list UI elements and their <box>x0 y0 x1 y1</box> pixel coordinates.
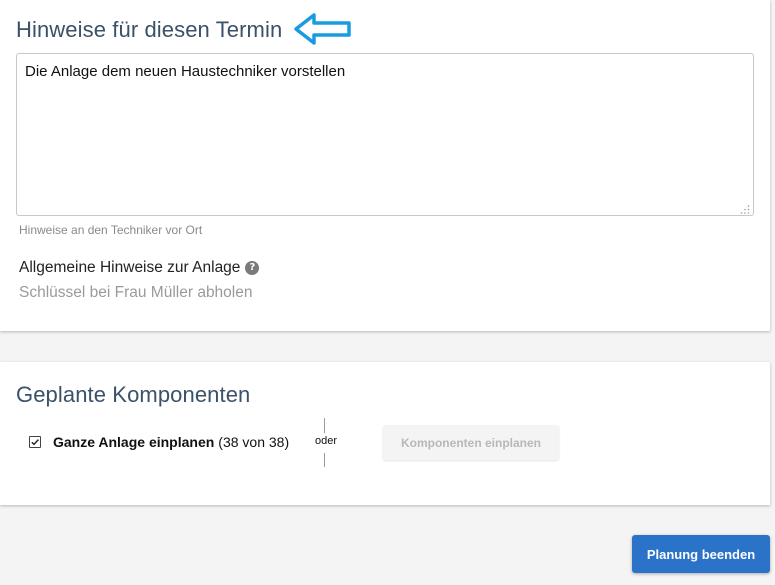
notes-helper-text: Hinweise an den Techniker vor Ort <box>19 223 203 237</box>
whole-system-checkbox-label: Ganze Anlage einplanen <box>53 434 215 450</box>
general-notes-value: Schlüssel bei Frau Müller abholen <box>19 284 253 301</box>
whole-system-checkbox-row[interactable]: Ganze Anlage einplanen (38 von 38) <box>29 434 289 450</box>
arrow-left-outline-icon <box>294 13 351 45</box>
general-notes-label: Allgemeine Hinweise zur Anlage ? <box>19 259 260 277</box>
checkmark-icon <box>31 439 39 446</box>
resize-handle-icon[interactable] <box>740 204 750 214</box>
appointment-notes-card: Hinweise für diesen Termin Hinweise an d… <box>0 0 770 331</box>
finish-planning-button[interactable]: Planung beenden <box>632 535 770 573</box>
plan-components-button[interactable]: Komponenten einplanen <box>383 425 559 460</box>
help-icon[interactable]: ? <box>245 261 260 275</box>
notes-section-title: Hinweise für diesen Termin <box>16 17 283 42</box>
or-divider-bottom <box>324 453 325 467</box>
or-label: oder <box>315 435 338 447</box>
components-section-title: Geplante Komponenten <box>16 382 251 407</box>
or-divider-top <box>324 418 325 433</box>
component-count: (38 von 38) <box>218 434 290 450</box>
planned-components-card: Geplante Komponenten Ganze Anlage einpla… <box>0 362 770 505</box>
whole-system-checkbox[interactable] <box>29 436 41 448</box>
notes-textarea[interactable] <box>16 53 754 216</box>
general-notes-label-text: Allgemeine Hinweise zur Anlage <box>19 259 241 276</box>
